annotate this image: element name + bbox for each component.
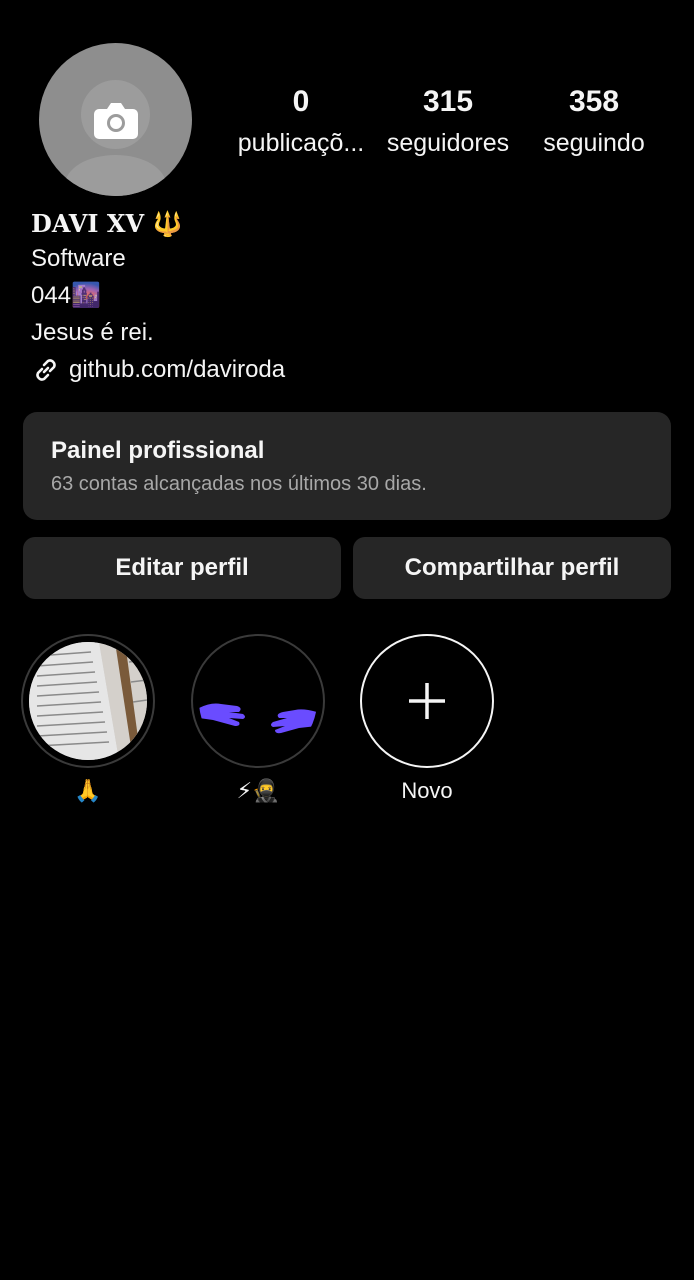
followers-count: 315 — [422, 85, 474, 118]
profile-link[interactable]: github.com/daviroda — [31, 351, 285, 388]
highlight-caption: ⚡🥷 — [236, 778, 280, 803]
camera-icon — [94, 103, 138, 139]
story-highlight[interactable]: 🙏 — [21, 634, 155, 806]
link-icon — [36, 358, 56, 381]
bio-line: 044🌆 — [31, 282, 101, 309]
following-label: seguindo — [543, 129, 645, 157]
highlight-cover-hands — [199, 642, 317, 760]
following-count: 358 — [568, 85, 620, 118]
profile-bio: DAVI XV 🔱 Software 044🌆 Jesus é rei. git… — [31, 208, 285, 388]
highlight-ring — [191, 634, 325, 768]
plus-icon — [409, 683, 445, 719]
followers-stat[interactable]: 315 seguidores — [381, 84, 515, 158]
new-highlight-ring — [360, 634, 494, 768]
following-stat[interactable]: 358 seguindo — [538, 84, 650, 158]
posts-stat[interactable]: 0 publicaçõ... — [232, 84, 370, 158]
professional-dashboard[interactable]: Painel profissional 63 contas alcançadas… — [23, 412, 671, 520]
highlight-ring — [21, 634, 155, 768]
highlight-caption: 🙏 — [74, 778, 102, 803]
new-highlight-label: Novo — [401, 778, 453, 803]
new-highlight[interactable]: Novo — [360, 634, 494, 806]
avatar-placeholder-body — [65, 155, 166, 196]
profile-avatar[interactable] — [39, 43, 192, 196]
professional-dashboard-subtitle: 63 contas alcançadas nos últimos 30 dias… — [51, 473, 427, 495]
bio-line: Jesus é rei. — [31, 319, 154, 346]
edit-profile-button[interactable]: Editar perfil — [23, 537, 341, 599]
profile-link-text: github.com/daviroda — [69, 356, 286, 383]
profile-name: DAVI XV 🔱 — [31, 209, 183, 238]
posts-count: 0 — [292, 85, 310, 118]
bio-line: Software — [31, 245, 126, 272]
professional-dashboard-title: Painel profissional — [51, 437, 265, 464]
highlight-cover-book — [29, 642, 147, 760]
share-profile-button[interactable]: Compartilhar perfil — [353, 537, 671, 599]
story-highlight[interactable]: ⚡🥷 — [191, 634, 325, 806]
posts-label: publicaçõ... — [237, 129, 365, 157]
followers-label: seguidores — [386, 129, 510, 157]
